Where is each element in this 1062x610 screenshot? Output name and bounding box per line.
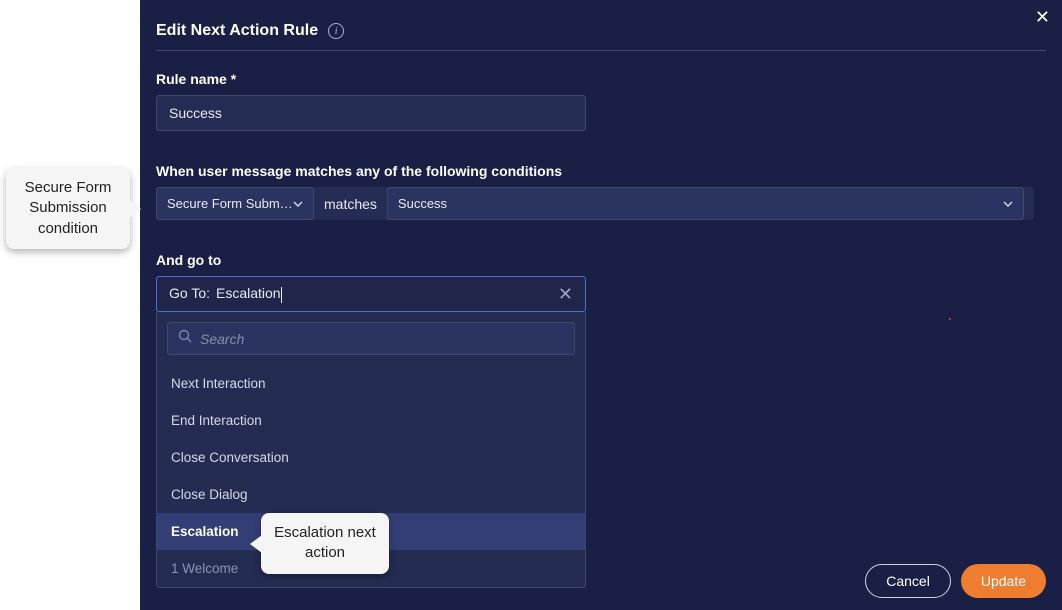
close-icon[interactable]: ✕ [1035,8,1050,26]
goto-prefix: Go To: [169,285,210,301]
rule-name-label: Rule name * [156,71,1046,87]
condition-value: Success [398,196,447,211]
search-box[interactable] [167,322,575,355]
chevron-down-icon [293,201,303,207]
goto-text: Go To: Escalation [169,285,282,302]
rule-name-input[interactable] [156,95,586,131]
conditions-label: When user message matches any of the fol… [156,163,1046,179]
dialog-footer: Cancel Update [865,564,1046,598]
goto-value: Escalation [216,285,281,301]
menu-item-next-interaction[interactable]: Next Interaction [157,365,585,402]
condition-type-value: Secure Form Subm… [167,196,293,211]
condition-row: Secure Form Subm… matches Success [156,187,1034,220]
decorative-dot [949,318,951,320]
callout-next-action: Escalation next action [261,513,389,574]
text-caret [281,287,282,303]
callout-condition: Secure Form Submission condition [6,168,130,249]
search-input[interactable] [200,331,564,347]
goto-input[interactable]: Go To: Escalation ✕ [156,276,586,312]
cancel-button[interactable]: Cancel [865,564,951,598]
chevron-down-icon [1003,201,1013,207]
condition-type-select[interactable]: Secure Form Subm… [156,187,314,220]
menu-item-end-interaction[interactable]: End Interaction [157,402,585,439]
clear-icon[interactable]: ✕ [558,285,573,303]
search-icon [178,329,192,348]
condition-operator: matches [324,196,377,212]
info-icon[interactable]: i [328,23,344,39]
dialog-header: Edit Next Action Rule i [156,22,1046,51]
menu-item-close-conversation[interactable]: Close Conversation [157,439,585,476]
goto-label: And go to [156,252,1046,268]
menu-item-close-dialog[interactable]: Close Dialog [157,476,585,513]
dialog-title: Edit Next Action Rule [156,22,318,40]
condition-value-select[interactable]: Success [387,187,1024,220]
update-button[interactable]: Update [961,564,1046,598]
